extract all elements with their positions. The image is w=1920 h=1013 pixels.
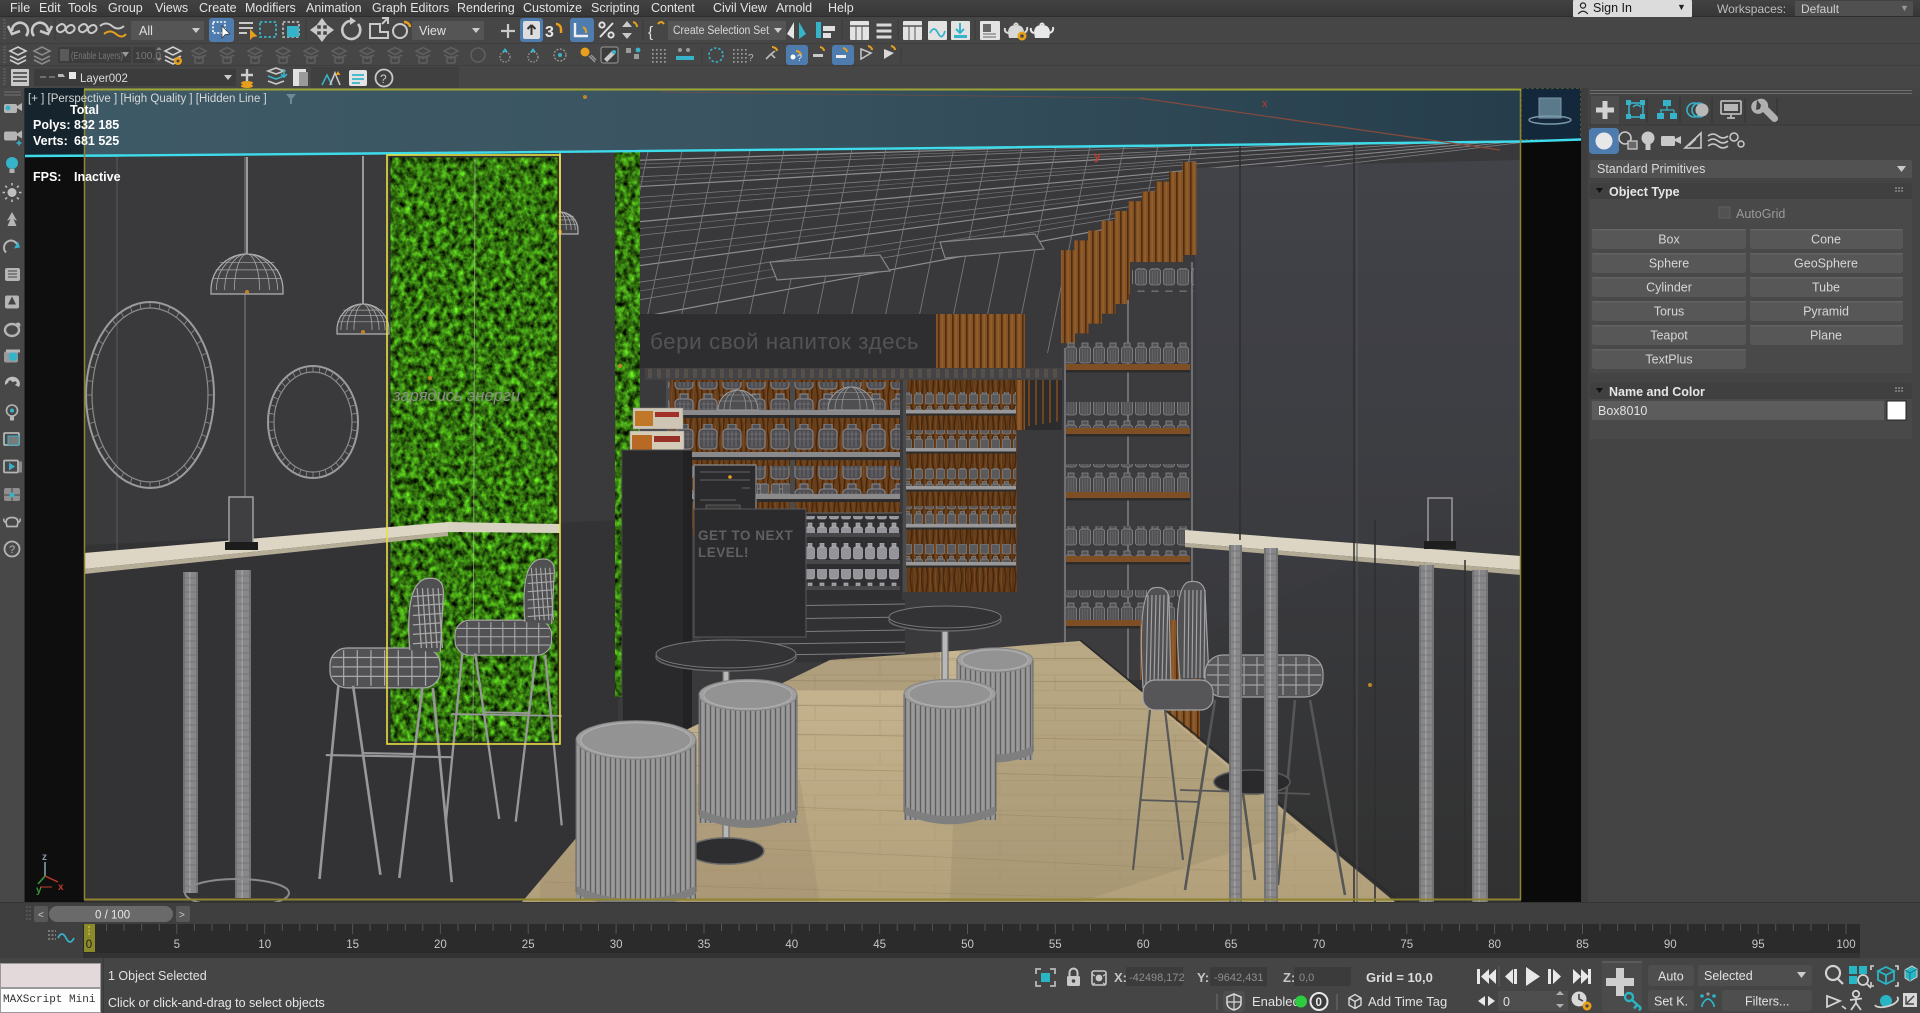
svg-text:25: 25 xyxy=(522,939,535,951)
svg-text:>: > xyxy=(179,910,185,921)
svg-text:55: 55 xyxy=(1049,939,1062,951)
svg-text:100,0: 100,0 xyxy=(135,50,161,62)
svg-text:3: 3 xyxy=(545,24,554,41)
svg-text:30: 30 xyxy=(610,939,623,951)
svg-text:Z:: Z: xyxy=(1283,970,1295,985)
svg-text:0: 0 xyxy=(1316,997,1322,1009)
svg-text:(Enable Layers): (Enable Layers) xyxy=(71,51,123,62)
svg-text:Sphere: Sphere xyxy=(1649,257,1689,271)
svg-text:[+ ] [Perspective ] [High Qu: [+ ] [Perspective ] [High Quality ] [Hid… xyxy=(28,93,267,105)
svg-text:<: < xyxy=(38,910,44,921)
svg-text:0: 0 xyxy=(1503,995,1510,1009)
svg-text:Name and Color: Name and Color xyxy=(1609,385,1705,399)
svg-text:Standard Primitives: Standard Primitives xyxy=(1597,162,1705,176)
svg-text:15: 15 xyxy=(346,939,359,951)
svg-text:FPS:: FPS: xyxy=(33,170,61,184)
svg-text:Box: Box xyxy=(1658,233,1680,247)
svg-text:бери свой напиток здесь: бери свой напиток здесь xyxy=(650,329,919,354)
svg-text:Tube: Tube xyxy=(1812,281,1840,295)
svg-text:Y:: Y: xyxy=(1197,970,1209,985)
svg-text:Cylinder: Cylinder xyxy=(1646,281,1692,295)
svg-text:80: 80 xyxy=(1488,939,1501,951)
svg-text:x: x xyxy=(1262,98,1268,110)
svg-text:Object Type: Object Type xyxy=(1609,185,1680,199)
svg-text:Layer002: Layer002 xyxy=(80,73,128,85)
svg-text:TextPlus: TextPlus xyxy=(1645,353,1692,367)
svg-text:Grid = 10,0: Grid = 10,0 xyxy=(1366,970,1433,985)
svg-text:Pyramid: Pyramid xyxy=(1803,305,1849,319)
svg-text:100: 100 xyxy=(1836,939,1855,951)
svg-text:{: { xyxy=(648,24,653,41)
svg-text:35: 35 xyxy=(698,939,711,951)
svg-text:60: 60 xyxy=(1137,939,1150,951)
svg-text:70: 70 xyxy=(1313,939,1326,951)
svg-text:45: 45 xyxy=(873,939,886,951)
svg-text:Filters...: Filters... xyxy=(1745,995,1789,1009)
svg-text:90: 90 xyxy=(1664,939,1677,951)
svg-text:зарядись энерги: зарядись энерги xyxy=(392,387,520,405)
svg-text:Teapot: Teapot xyxy=(1650,329,1688,343)
svg-text:-42498,172: -42498,172 xyxy=(1129,972,1185,984)
svg-text:?: ? xyxy=(797,53,802,63)
svg-text:Polys:: Polys: xyxy=(33,118,71,132)
svg-text:681 525: 681 525 xyxy=(74,134,119,148)
svg-text:832 185: 832 185 xyxy=(74,118,119,132)
svg-text:Set K.: Set K. xyxy=(1654,995,1688,1009)
svg-text:GeoSphere: GeoSphere xyxy=(1794,257,1858,271)
svg-text:95: 95 xyxy=(1752,939,1765,951)
svg-text:z: z xyxy=(42,852,47,863)
svg-text:x: x xyxy=(58,882,64,893)
svg-text:Add Time Tag: Add Time Tag xyxy=(1368,994,1447,1009)
svg-text:50: 50 xyxy=(961,939,974,951)
svg-text:?: ? xyxy=(748,53,754,64)
svg-text:Cone: Cone xyxy=(1811,233,1841,247)
svg-text:Box8010: Box8010 xyxy=(1598,404,1647,418)
svg-text:Inactive: Inactive xyxy=(74,170,121,184)
svg-text:0: 0 xyxy=(86,939,92,951)
svg-text:?: ? xyxy=(380,72,387,86)
svg-text:View: View xyxy=(419,24,447,38)
svg-text:y: y xyxy=(1094,149,1101,163)
svg-text:?: ? xyxy=(9,544,15,556)
svg-text:0 / 100: 0 / 100 xyxy=(95,910,130,922)
svg-text:Total: Total xyxy=(70,103,99,117)
svg-text:Plane: Plane xyxy=(1810,329,1842,343)
svg-text:Verts:: Verts: xyxy=(33,134,68,148)
svg-text:X:: X: xyxy=(1114,970,1127,985)
svg-text:65: 65 xyxy=(1225,939,1238,951)
svg-text:Auto: Auto xyxy=(1658,970,1684,984)
svg-text:Torus: Torus xyxy=(1654,305,1685,319)
svg-text:75: 75 xyxy=(1400,939,1413,951)
svg-text:AutoGrid: AutoGrid xyxy=(1736,207,1785,221)
svg-text:LEVEL!: LEVEL! xyxy=(698,545,749,560)
svg-text:20: 20 xyxy=(434,939,447,951)
svg-text:Create Selection Set: Create Selection Set xyxy=(673,25,770,37)
svg-text:GET TO NEXT: GET TO NEXT xyxy=(698,528,794,543)
svg-text:All: All xyxy=(139,24,153,38)
svg-text:5: 5 xyxy=(174,939,180,951)
svg-text:85: 85 xyxy=(1576,939,1589,951)
svg-text:10: 10 xyxy=(258,939,271,951)
svg-text:0,0: 0,0 xyxy=(1299,972,1314,984)
svg-text:40: 40 xyxy=(785,939,798,951)
svg-text:-9642,431: -9642,431 xyxy=(1214,972,1264,984)
svg-text:Selected: Selected xyxy=(1704,969,1753,983)
